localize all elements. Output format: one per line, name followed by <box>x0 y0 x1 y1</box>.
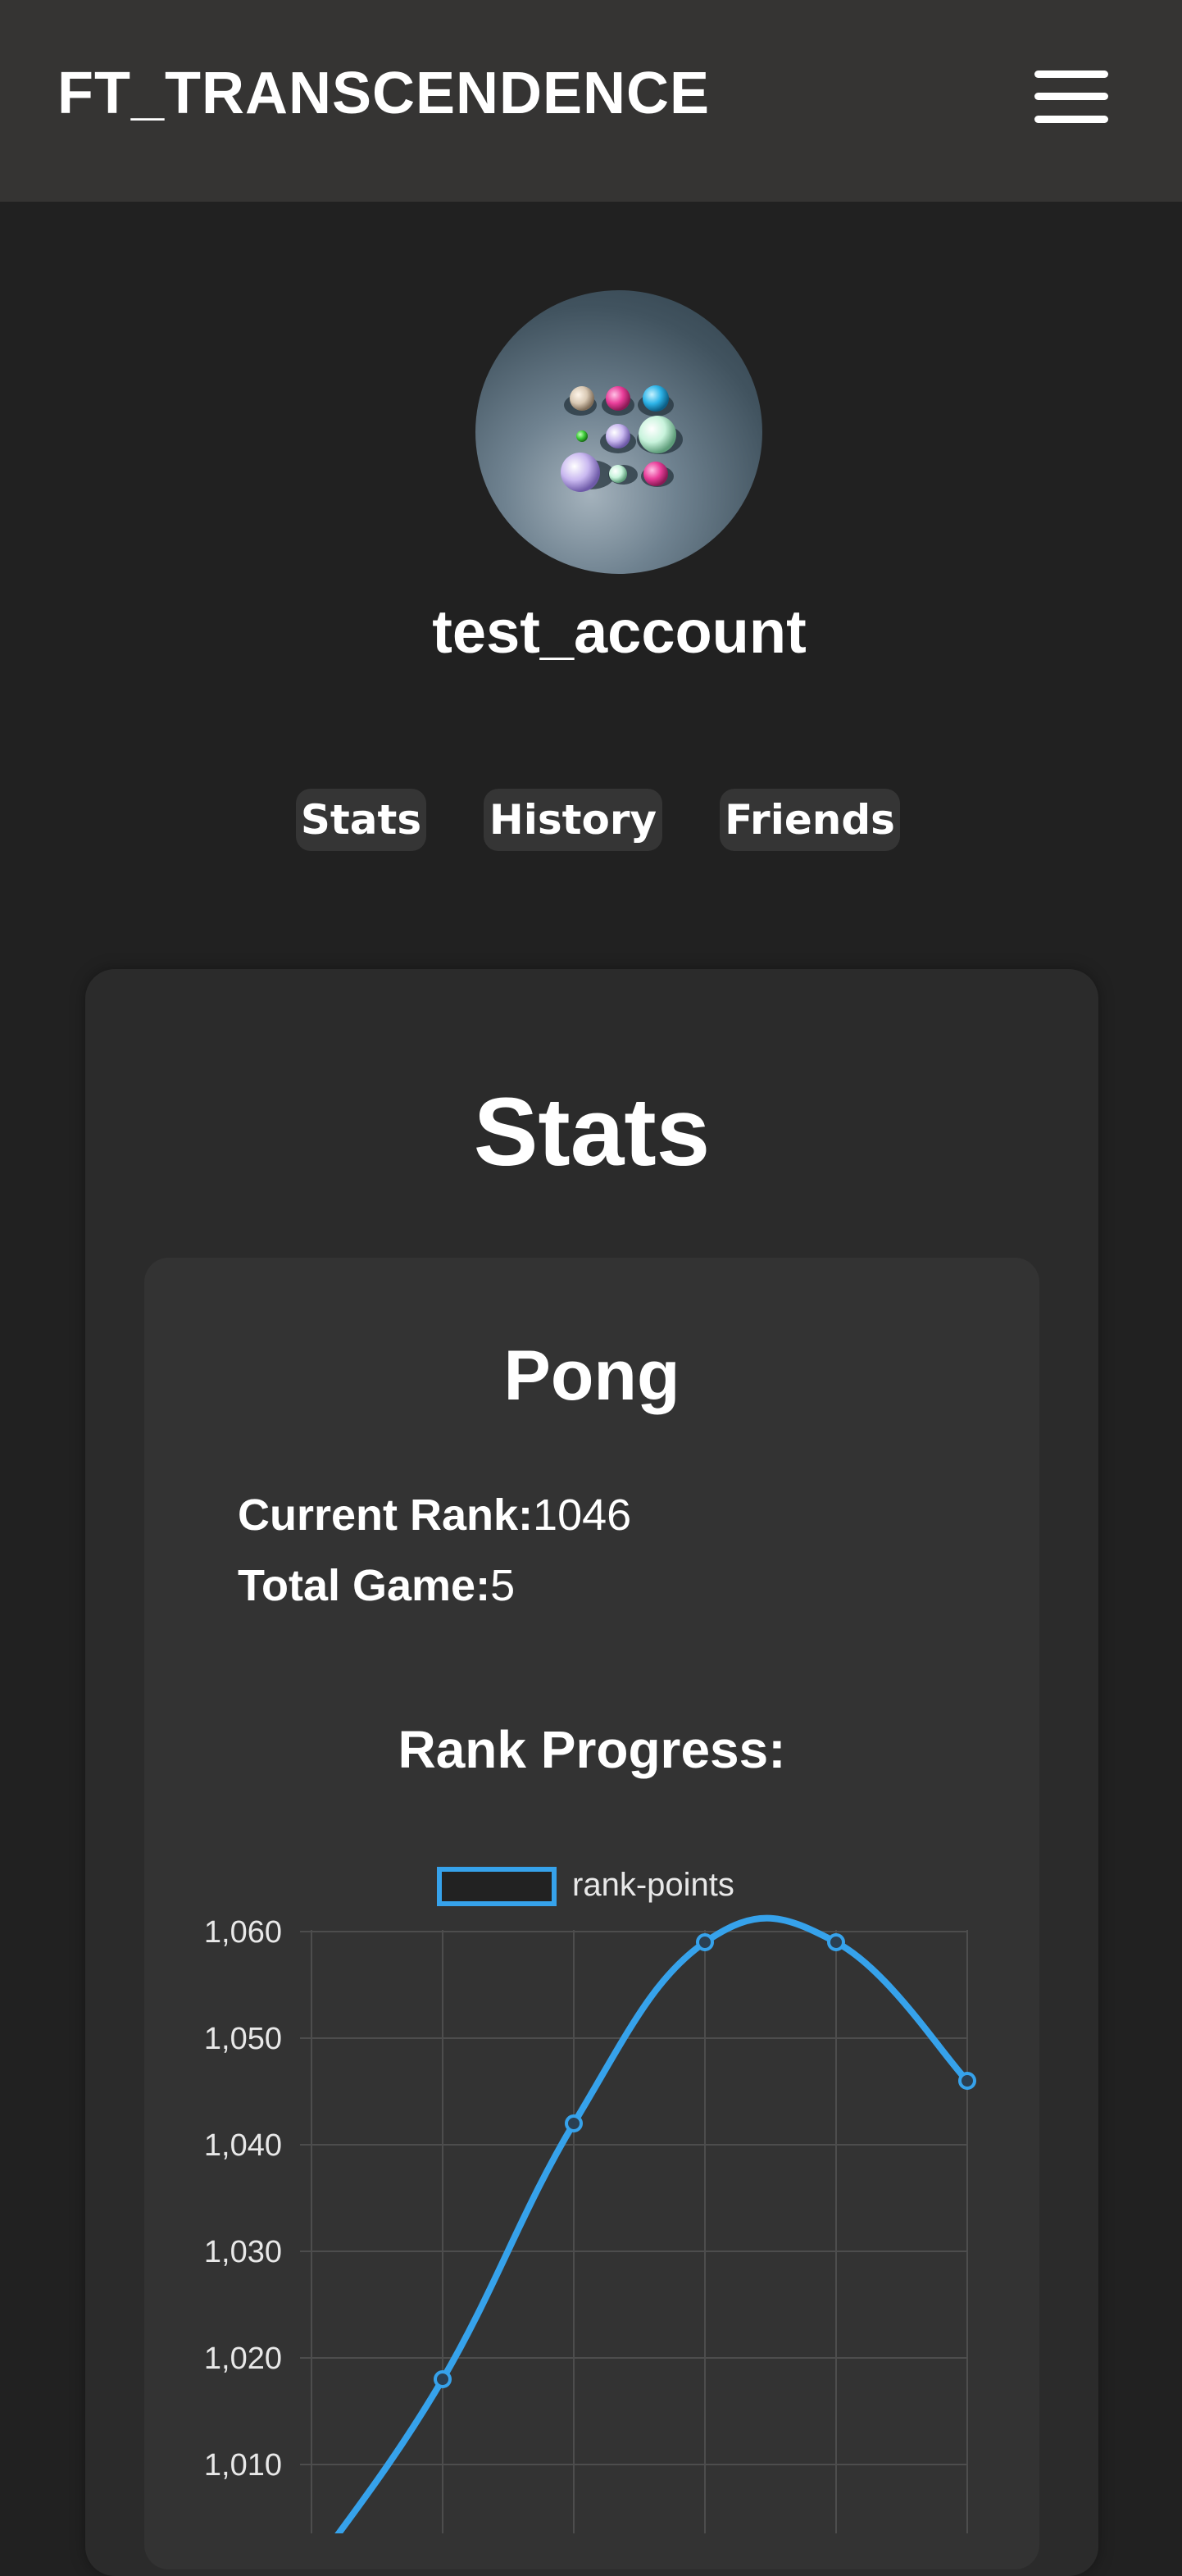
game-title: Pong <box>503 1336 680 1415</box>
data-point <box>696 1933 714 1951</box>
brand-title[interactable]: FT_TRANSCENDENCE <box>57 59 710 128</box>
current-rank-row: Current Rank:1046 <box>238 1489 631 1541</box>
tab-history[interactable]: History <box>484 789 662 851</box>
current-rank-label: Current Rank: <box>238 1491 534 1540</box>
series-line-rank-points <box>334 1914 971 2533</box>
total-game-label: Total Game: <box>238 1561 491 1610</box>
hamburger-menu-icon[interactable] <box>1034 71 1108 123</box>
hamburger-line <box>1034 116 1108 123</box>
total-game-row: Total Game:5 <box>238 1559 515 1612</box>
data-point <box>565 2114 583 2132</box>
hamburger-line <box>1034 93 1108 100</box>
y-tick-label: 1,010 <box>204 2448 282 2483</box>
legend-label: rank-points <box>572 1867 734 1903</box>
y-tick-label: 1,050 <box>204 2022 282 2056</box>
y-tick-label: 1,020 <box>204 2342 282 2376</box>
data-point <box>827 1933 845 1951</box>
y-tick-label: 1,030 <box>204 2235 282 2269</box>
data-point <box>958 2072 976 2090</box>
hamburger-line <box>1034 71 1108 78</box>
data-point <box>434 2370 452 2388</box>
stats-title: Stats <box>473 1078 711 1186</box>
tab-stats[interactable]: Stats <box>296 789 426 851</box>
tab-friends[interactable]: Friends <box>720 789 900 851</box>
navbar: FT_TRANSCENDENCE <box>0 0 1182 202</box>
username: test_account <box>432 598 807 666</box>
colorful-spheres-avatar-icon <box>561 385 683 492</box>
current-rank-value: 1046 <box>533 1491 632 1540</box>
y-tick-label: 1,060 <box>204 1915 282 1950</box>
y-tick-label: 1,040 <box>204 2128 282 2163</box>
legend-swatch <box>437 1867 557 1906</box>
rank-progress-chart: rank-points 1,010 1,020 1,030 1,040 1,050 1,06… <box>204 1867 976 2533</box>
total-game-value: 5 <box>490 1561 516 1610</box>
rank-progress-title: Rank Progress: <box>398 1720 786 1779</box>
avatar[interactable] <box>475 290 762 574</box>
